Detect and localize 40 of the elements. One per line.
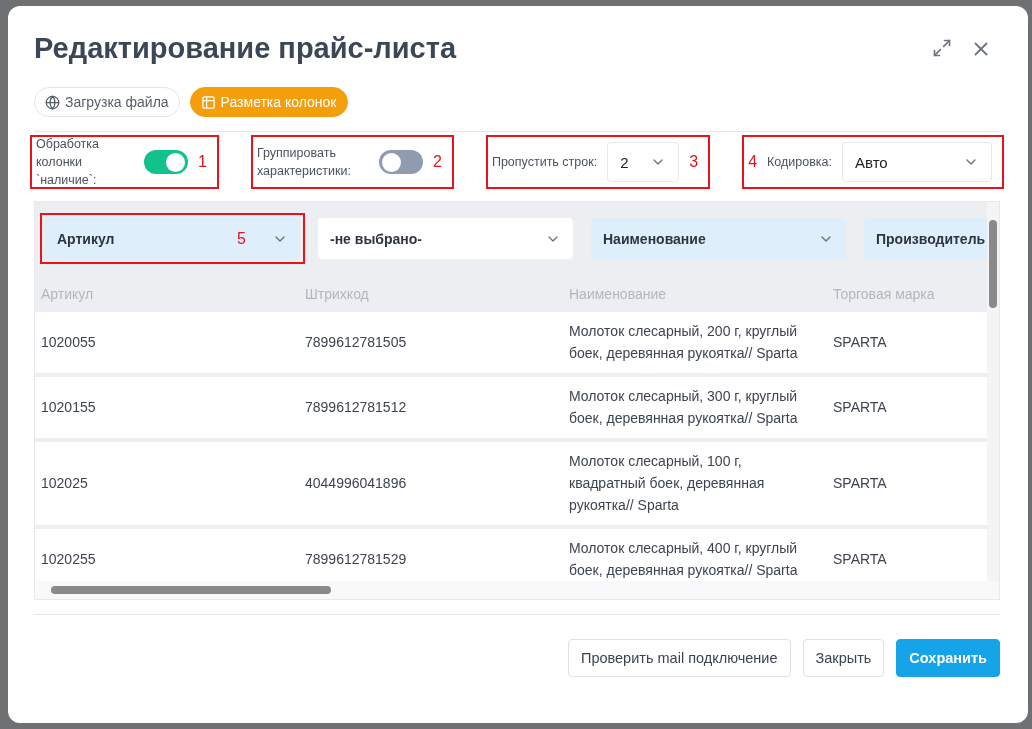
annotation-number: 2 [432, 153, 442, 171]
column-select[interactable]: -не выбрано- [318, 218, 573, 259]
dialog-title: Редактирование прайс-листа [34, 32, 457, 65]
globe-icon [45, 94, 60, 110]
footer-button[interactable]: Закрыть [802, 639, 885, 677]
table-cell: 102025 [35, 441, 299, 525]
column-header: Торговая марка [832, 285, 936, 304]
footer-button[interactable]: Проверить mail подключение [567, 639, 791, 677]
option-label: Кодировка: [767, 153, 832, 171]
table-cell: 7899612781505 [299, 312, 563, 373]
column-select[interactable]: Наименование [591, 218, 846, 259]
table-cell: 1020255 [35, 528, 299, 581]
table-cell: Молоток слесарный, 200 г, круглый боек, деревянная рукоятка// Sparta [563, 312, 827, 373]
column-select[interactable]: Артикул 5 [45, 218, 300, 259]
option-label: Группировать характеристики: [256, 144, 352, 180]
annotation-number: 3 [689, 153, 699, 171]
column-header: Наименование [568, 285, 668, 304]
annotation-number: 5 [237, 229, 246, 248]
option-label: Пропустить строк: [491, 153, 598, 171]
toggle-switch[interactable] [144, 150, 188, 174]
table-cell: 1020155 [35, 376, 299, 438]
option-label: Обработка колонки `наличие`: [36, 135, 101, 190]
table-cell: Молоток слесарный, 400 г, круглый боек, деревянная рукоятка// Sparta [563, 528, 827, 581]
table-cell: Молоток слесарный, 100 г, квадратный боек, деревянная рукоятка// Sparta [563, 441, 827, 525]
vertical-scrollbar[interactable] [987, 202, 999, 581]
toggle-switch[interactable] [378, 150, 423, 174]
table-cell: 1020055 [35, 312, 299, 373]
annotation-number: 1 [198, 153, 207, 171]
horizontal-scrollbar[interactable] [35, 581, 999, 599]
table-cell: 4044996041896 [299, 441, 563, 525]
tab[interactable]: Загрузка файла [34, 87, 180, 117]
table-cell: Молоток слесарный, 300 г, круглый боек, деревянная рукоятка// Sparta [563, 376, 827, 438]
select-field[interactable]: 2 [607, 142, 680, 182]
table-cell: 7899612781512 [299, 376, 563, 438]
column-header: Артикул [40, 285, 95, 304]
annotation-number: 4 [748, 153, 758, 171]
select-field[interactable]: Авто [842, 142, 992, 182]
column-header: Штрихкод [304, 285, 370, 304]
table-cell: 7899612781529 [299, 528, 563, 581]
table-icon [200, 94, 216, 110]
